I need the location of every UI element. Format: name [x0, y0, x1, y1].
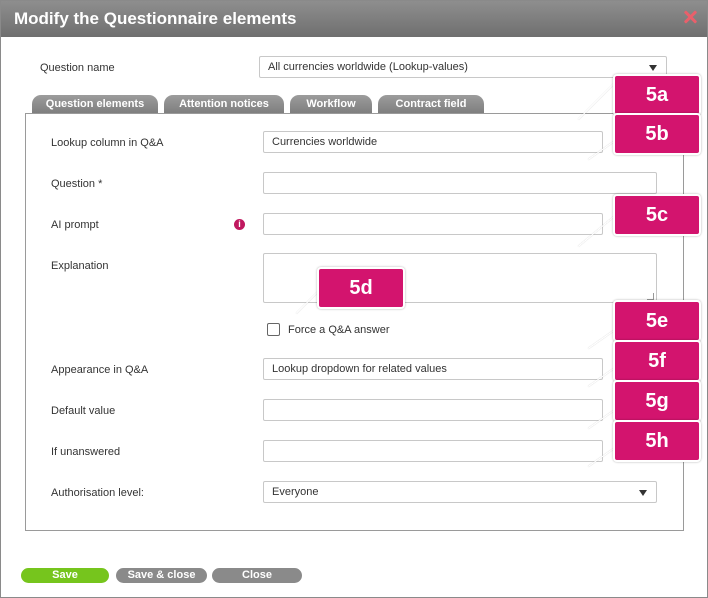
callout-5d: 5d: [317, 267, 405, 309]
question-name-select[interactable]: All currencies worldwide (Lookup-values): [259, 56, 667, 78]
authorisation-select[interactable]: Everyone: [263, 481, 657, 503]
callout-5b: 5b: [613, 113, 701, 155]
close-icon[interactable]: [682, 9, 698, 25]
question-name-label: Question name: [40, 62, 115, 74]
tab-attention-notices[interactable]: Attention notices: [164, 95, 284, 114]
authorisation-label: Authorisation level:: [51, 487, 144, 499]
appearance-value: Lookup dropdown for related values: [272, 363, 447, 375]
info-icon[interactable]: i: [234, 219, 245, 230]
tab-contract-field[interactable]: Contract field: [378, 95, 484, 114]
save-button[interactable]: Save: [21, 568, 109, 583]
if-unanswered-label: If unanswered: [51, 446, 121, 458]
callout-5a: 5a: [613, 74, 701, 116]
force-answer-label: Force a Q&A answer: [288, 324, 390, 336]
appearance-select[interactable]: Lookup dropdown for related values: [263, 358, 603, 380]
lookup-column-select[interactable]: Currencies worldwide: [263, 131, 603, 153]
callout-5g: 5g: [613, 380, 701, 422]
save-close-button[interactable]: Save & close: [116, 568, 207, 583]
chevron-down-icon: [639, 490, 647, 496]
question-label: Question *: [51, 178, 103, 190]
callout-5e: 5e: [613, 300, 701, 342]
chevron-down-icon: [649, 65, 657, 71]
tab-workflow[interactable]: Workflow: [290, 95, 372, 114]
default-value-label: Default value: [51, 405, 116, 417]
tab-question-elements[interactable]: Question elements: [32, 95, 158, 114]
ai-prompt-input[interactable]: [263, 213, 603, 235]
lookup-column-label: Lookup column in Q&A: [51, 137, 164, 149]
appearance-label: Appearance in Q&A: [51, 364, 149, 376]
if-unanswered-input[interactable]: [263, 440, 603, 462]
authorisation-value: Everyone: [272, 486, 319, 498]
ai-prompt-label: AI prompt: [51, 219, 99, 231]
resize-handle-icon[interactable]: [647, 293, 654, 300]
lookup-column-value: Currencies worldwide: [272, 136, 378, 148]
dialog-titlebar: Modify the Questionnaire elements: [1, 1, 707, 37]
explanation-label: Explanation: [51, 260, 109, 272]
close-button[interactable]: Close: [212, 568, 302, 583]
question-input[interactable]: [263, 172, 657, 194]
default-value-input[interactable]: [263, 399, 603, 421]
callout-5h: 5h: [613, 420, 701, 462]
force-answer-checkbox[interactable]: [267, 323, 280, 336]
callout-5c: 5c: [613, 194, 701, 236]
dialog-title: Modify the Questionnaire elements: [14, 9, 297, 28]
question-name-value: All currencies worldwide (Lookup-values): [268, 61, 468, 73]
callout-5f: 5f: [613, 340, 701, 382]
